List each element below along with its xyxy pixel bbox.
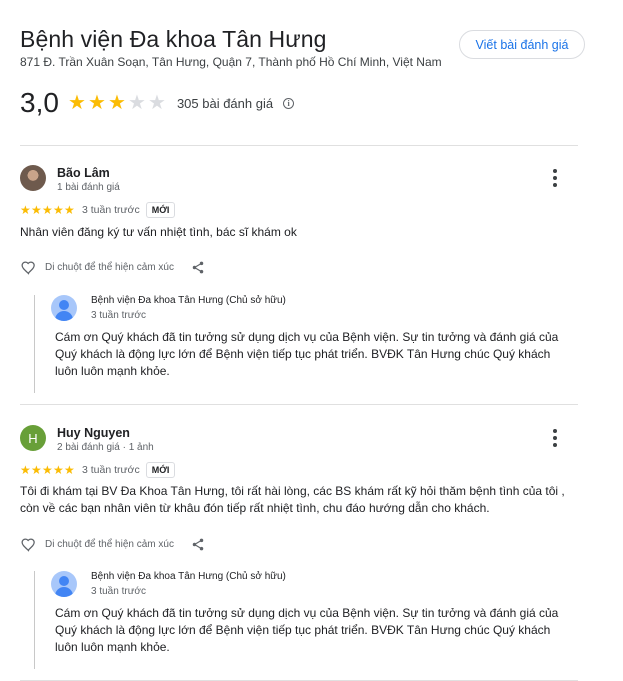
review-stars: ★ ★ ★ ★ ★ (20, 204, 75, 216)
star-icon: ★ (42, 463, 53, 477)
owner-reply: Bệnh viện Đa khoa Tân Hưng (Chủ sở hữu) … (34, 295, 566, 393)
rating-summary: 3,0 ★ ★ ★ ★ ★ 305 bài đánh giá i (20, 87, 295, 119)
new-badge: MỚI (145, 202, 176, 218)
reply-text: Cám ơn Quý khách đã tin tưởng sử dụng dị… (55, 330, 559, 378)
review-actions: Di chuột để thể hiện cảm xúc (20, 259, 205, 276)
more-options-icon[interactable] (550, 169, 560, 187)
review-text: Tôi đi khám tại BV Đa Khoa Tân Hưng, tôi… (20, 484, 565, 515)
reviewer-name[interactable]: Bão Lâm (57, 166, 110, 180)
review-rating-row: ★ ★ ★ ★ ★ 3 tuần trước MỚI (20, 462, 176, 478)
place-address: 871 Đ. Trần Xuân Soạn, Tân Hưng, Quận 7,… (20, 55, 442, 69)
reply-time: 3 tuần trước (91, 310, 146, 321)
average-rating: 3,0 (20, 87, 59, 118)
review-text: Nhân viên đăng ký tư vấn nhiệt tình, bác… (20, 225, 297, 239)
star-empty-icon: ★ (127, 92, 146, 114)
star-icon: ★ (107, 92, 126, 114)
owner-reply: Bệnh viện Đa khoa Tân Hưng (Chủ sở hữu) … (34, 571, 566, 669)
owner-avatar (51, 571, 77, 597)
owner-avatar (51, 295, 77, 321)
new-badge: MỚI (145, 462, 176, 478)
more-options-icon[interactable] (550, 429, 560, 447)
reaction-hint: Di chuột để thể hiện cảm xúc (45, 539, 174, 550)
info-icon[interactable]: i (283, 97, 295, 109)
star-icon: ★ (20, 203, 31, 217)
reply-time: 3 tuần trước (91, 586, 146, 597)
star-icon: ★ (53, 203, 64, 217)
divider (20, 145, 578, 146)
average-rating-stars: ★ ★ ★ ★ ★ (67, 93, 167, 113)
star-icon: ★ (87, 92, 106, 114)
star-icon: ★ (31, 463, 42, 477)
star-icon: ★ (64, 463, 75, 477)
star-empty-icon: ★ (147, 92, 166, 114)
reviewer-meta: 2 bài đánh giá · 1 ảnh (57, 442, 154, 453)
divider (20, 404, 578, 405)
star-icon: ★ (64, 203, 75, 217)
review-rating-row: ★ ★ ★ ★ ★ 3 tuần trước MỚI (20, 202, 176, 218)
avatar[interactable] (20, 165, 46, 191)
review-time: 3 tuần trước (82, 464, 140, 476)
review-stars: ★ ★ ★ ★ ★ (20, 464, 75, 476)
star-icon: ★ (31, 203, 42, 217)
share-icon[interactable] (191, 260, 205, 275)
star-icon: ★ (42, 203, 53, 217)
heart-icon[interactable] (20, 536, 37, 553)
reviewer-meta: 1 bài đánh giá (57, 182, 120, 193)
owner-name: Bệnh viện Đa khoa Tân Hưng (Chủ sở hữu) (91, 295, 286, 306)
share-icon[interactable] (191, 537, 205, 552)
owner-name: Bệnh viện Đa khoa Tân Hưng (Chủ sở hữu) (91, 571, 286, 582)
review-actions: Di chuột để thể hiện cảm xúc (20, 536, 205, 553)
reviewer-name[interactable]: Huy Nguyen (57, 426, 130, 440)
write-review-button[interactable]: Viết bài đánh giá (459, 30, 585, 59)
reaction-hint: Di chuột để thể hiện cảm xúc (45, 262, 174, 273)
star-icon: ★ (53, 463, 64, 477)
avatar[interactable]: H (20, 425, 46, 451)
review-time: 3 tuần trước (82, 204, 140, 216)
heart-icon[interactable] (20, 259, 37, 276)
reply-text: Cám ơn Quý khách đã tin tưởng sử dụng dị… (55, 606, 559, 654)
star-icon: ★ (20, 463, 31, 477)
review-count: 305 bài đánh giá (176, 95, 274, 111)
star-icon: ★ (67, 92, 86, 114)
